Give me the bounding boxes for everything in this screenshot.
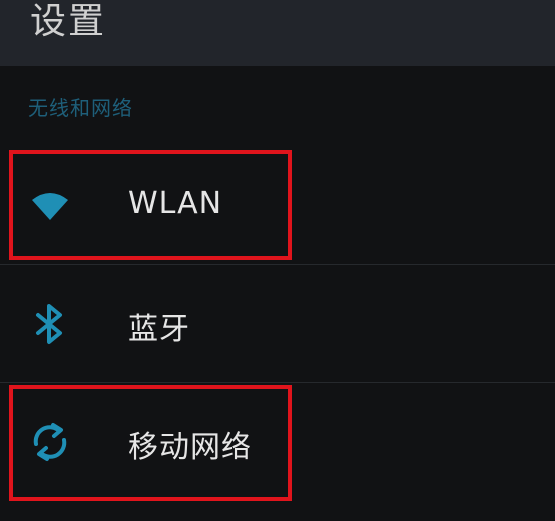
page-title: 设置	[30, 1, 107, 42]
settings-item-mobile-network[interactable]: 移动网络	[0, 382, 555, 500]
settings-item-label-wlan: WLAN	[128, 186, 223, 221]
settings-item-wlan[interactable]: WLAN	[0, 146, 555, 264]
bluetooth-icon	[36, 304, 62, 344]
title-bar: 设置	[0, 0, 555, 66]
settings-item-label-bluetooth: 蓝牙	[128, 312, 190, 347]
wifi-icon	[32, 193, 68, 220]
section-header-wireless-network: 无线和网络	[28, 96, 133, 120]
settings-item-label-mobile-network: 移动网络	[128, 430, 252, 465]
settings-item-bluetooth[interactable]: 蓝牙	[0, 264, 555, 382]
settings-screen: 设置 无线和网络 WLAN 蓝牙 移动网络	[0, 0, 555, 521]
mobile-data-sync-icon	[33, 423, 67, 461]
